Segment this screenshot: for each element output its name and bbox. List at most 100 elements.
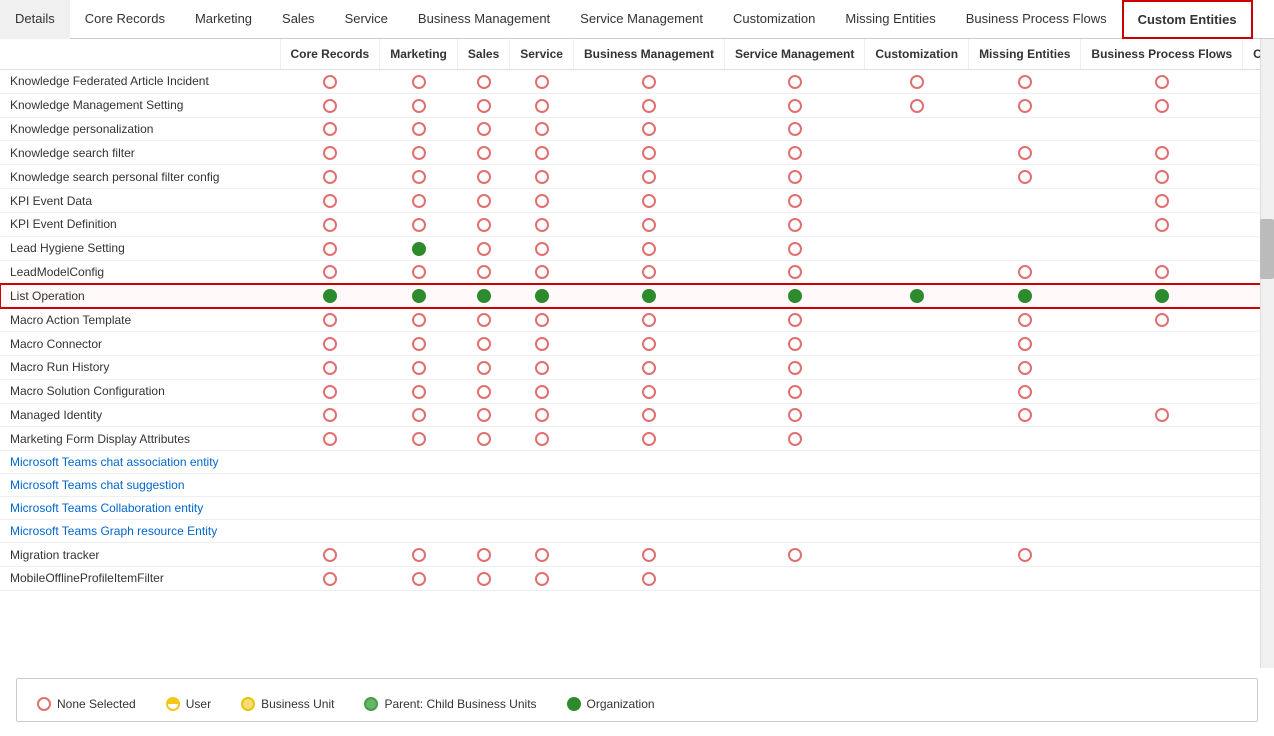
parent-child-icon bbox=[364, 697, 378, 711]
cell-6 bbox=[865, 403, 969, 427]
cell-7 bbox=[969, 70, 1081, 94]
cell-4 bbox=[573, 497, 724, 520]
none-selected-icon bbox=[642, 75, 656, 89]
entity-name: KPI Event Definition bbox=[0, 212, 280, 236]
none-selected-icon bbox=[535, 385, 549, 399]
scrollbar[interactable] bbox=[1260, 39, 1274, 668]
cell-0 bbox=[280, 427, 380, 451]
key-item: Organization bbox=[567, 697, 655, 711]
tab-marketing[interactable]: Marketing bbox=[180, 0, 267, 39]
table-row: Knowledge search personal filter config bbox=[0, 165, 1260, 189]
cell-3 bbox=[510, 117, 574, 141]
tab-core-records[interactable]: Core Records bbox=[70, 0, 180, 39]
tab-custom-entities[interactable]: Custom Entities bbox=[1122, 0, 1253, 39]
none-selected-icon bbox=[535, 170, 549, 184]
none-selected-icon bbox=[535, 218, 549, 232]
tab-customization[interactable]: Customization bbox=[718, 0, 830, 39]
cell-2 bbox=[457, 497, 509, 520]
cell-6 bbox=[865, 70, 969, 94]
entity-name: Macro Connector bbox=[0, 332, 280, 356]
cell-8 bbox=[1081, 474, 1243, 497]
cell-9 bbox=[1243, 70, 1260, 94]
cell-2 bbox=[457, 212, 509, 236]
cell-5 bbox=[725, 141, 865, 165]
cell-4 bbox=[573, 355, 724, 379]
key-item: None Selected bbox=[37, 697, 136, 711]
cell-0 bbox=[280, 355, 380, 379]
entity-name: List Operation bbox=[0, 284, 280, 308]
cell-5 bbox=[725, 308, 865, 332]
cell-5 bbox=[725, 497, 865, 520]
cell-6 bbox=[865, 474, 969, 497]
cell-8 bbox=[1081, 520, 1243, 543]
cell-8 bbox=[1081, 355, 1243, 379]
table-wrapper[interactable]: Core RecordsMarketingSalesServiceBusines… bbox=[0, 39, 1260, 668]
entity-name: Lead Hygiene Setting bbox=[0, 236, 280, 260]
none-selected-icon bbox=[535, 194, 549, 208]
cell-9 bbox=[1243, 236, 1260, 260]
cell-0 bbox=[280, 117, 380, 141]
cell-3 bbox=[510, 141, 574, 165]
tab-details[interactable]: Details bbox=[0, 0, 70, 39]
tab-service[interactable]: Service bbox=[330, 0, 403, 39]
cell-0 bbox=[280, 141, 380, 165]
tab-business-process-flows[interactable]: Business Process Flows bbox=[951, 0, 1122, 39]
cell-5 bbox=[725, 332, 865, 356]
tab-business-management[interactable]: Business Management bbox=[403, 0, 565, 39]
cell-6 bbox=[865, 308, 969, 332]
none-selected-icon bbox=[642, 432, 656, 446]
cell-4 bbox=[573, 93, 724, 117]
cell-5 bbox=[725, 236, 865, 260]
none-selected-icon bbox=[477, 218, 491, 232]
none-selected-icon bbox=[788, 122, 802, 136]
none-selected-icon bbox=[535, 408, 549, 422]
col-header-1: Marketing bbox=[380, 39, 458, 70]
cell-8 bbox=[1081, 165, 1243, 189]
tab-missing-entities[interactable]: Missing Entities bbox=[830, 0, 950, 39]
entity-name: Knowledge Federated Article Incident bbox=[0, 70, 280, 94]
cell-3 bbox=[510, 451, 574, 474]
entity-name: Microsoft Teams Collaboration entity bbox=[0, 497, 280, 520]
none-selected-icon bbox=[477, 242, 491, 256]
none-selected-icon bbox=[788, 75, 802, 89]
none-selected-icon bbox=[788, 385, 802, 399]
none-selected-icon bbox=[1155, 146, 1169, 160]
cell-8 bbox=[1081, 260, 1243, 284]
cell-5 bbox=[725, 355, 865, 379]
cell-5 bbox=[725, 260, 865, 284]
table-row: Macro Solution Configuration bbox=[0, 379, 1260, 403]
cell-7 bbox=[969, 141, 1081, 165]
scrollbar-thumb[interactable] bbox=[1260, 219, 1274, 279]
none-selected-icon bbox=[642, 548, 656, 562]
tab-sales[interactable]: Sales bbox=[267, 0, 330, 39]
none-selected-icon bbox=[642, 99, 656, 113]
cell-4 bbox=[573, 379, 724, 403]
none-selected-icon bbox=[477, 385, 491, 399]
none-selected-icon bbox=[788, 337, 802, 351]
entity-name: KPI Event Data bbox=[0, 189, 280, 213]
cell-1 bbox=[380, 543, 458, 567]
table-row: Lead Hygiene Setting bbox=[0, 236, 1260, 260]
entity-name: Migration tracker bbox=[0, 543, 280, 567]
entity-name: MobileOfflineProfileItemFilter bbox=[0, 567, 280, 591]
cell-3 bbox=[510, 284, 574, 308]
cell-2 bbox=[457, 284, 509, 308]
none-selected-icon bbox=[642, 337, 656, 351]
cell-6 bbox=[865, 332, 969, 356]
none-selected-icon bbox=[323, 337, 337, 351]
cell-4 bbox=[573, 236, 724, 260]
none-selected-icon bbox=[412, 218, 426, 232]
none-selected-icon bbox=[535, 361, 549, 375]
none-selected-icon bbox=[1018, 361, 1032, 375]
none-selected-icon bbox=[788, 361, 802, 375]
cell-1 bbox=[380, 212, 458, 236]
cell-2 bbox=[457, 427, 509, 451]
cell-1 bbox=[380, 451, 458, 474]
cell-6 bbox=[865, 284, 969, 308]
cell-4 bbox=[573, 427, 724, 451]
none-selected-icon bbox=[1018, 99, 1032, 113]
cell-9 bbox=[1243, 474, 1260, 497]
none-selected-icon bbox=[323, 548, 337, 562]
none-selected-icon bbox=[535, 572, 549, 586]
tab-service-management[interactable]: Service Management bbox=[565, 0, 718, 39]
